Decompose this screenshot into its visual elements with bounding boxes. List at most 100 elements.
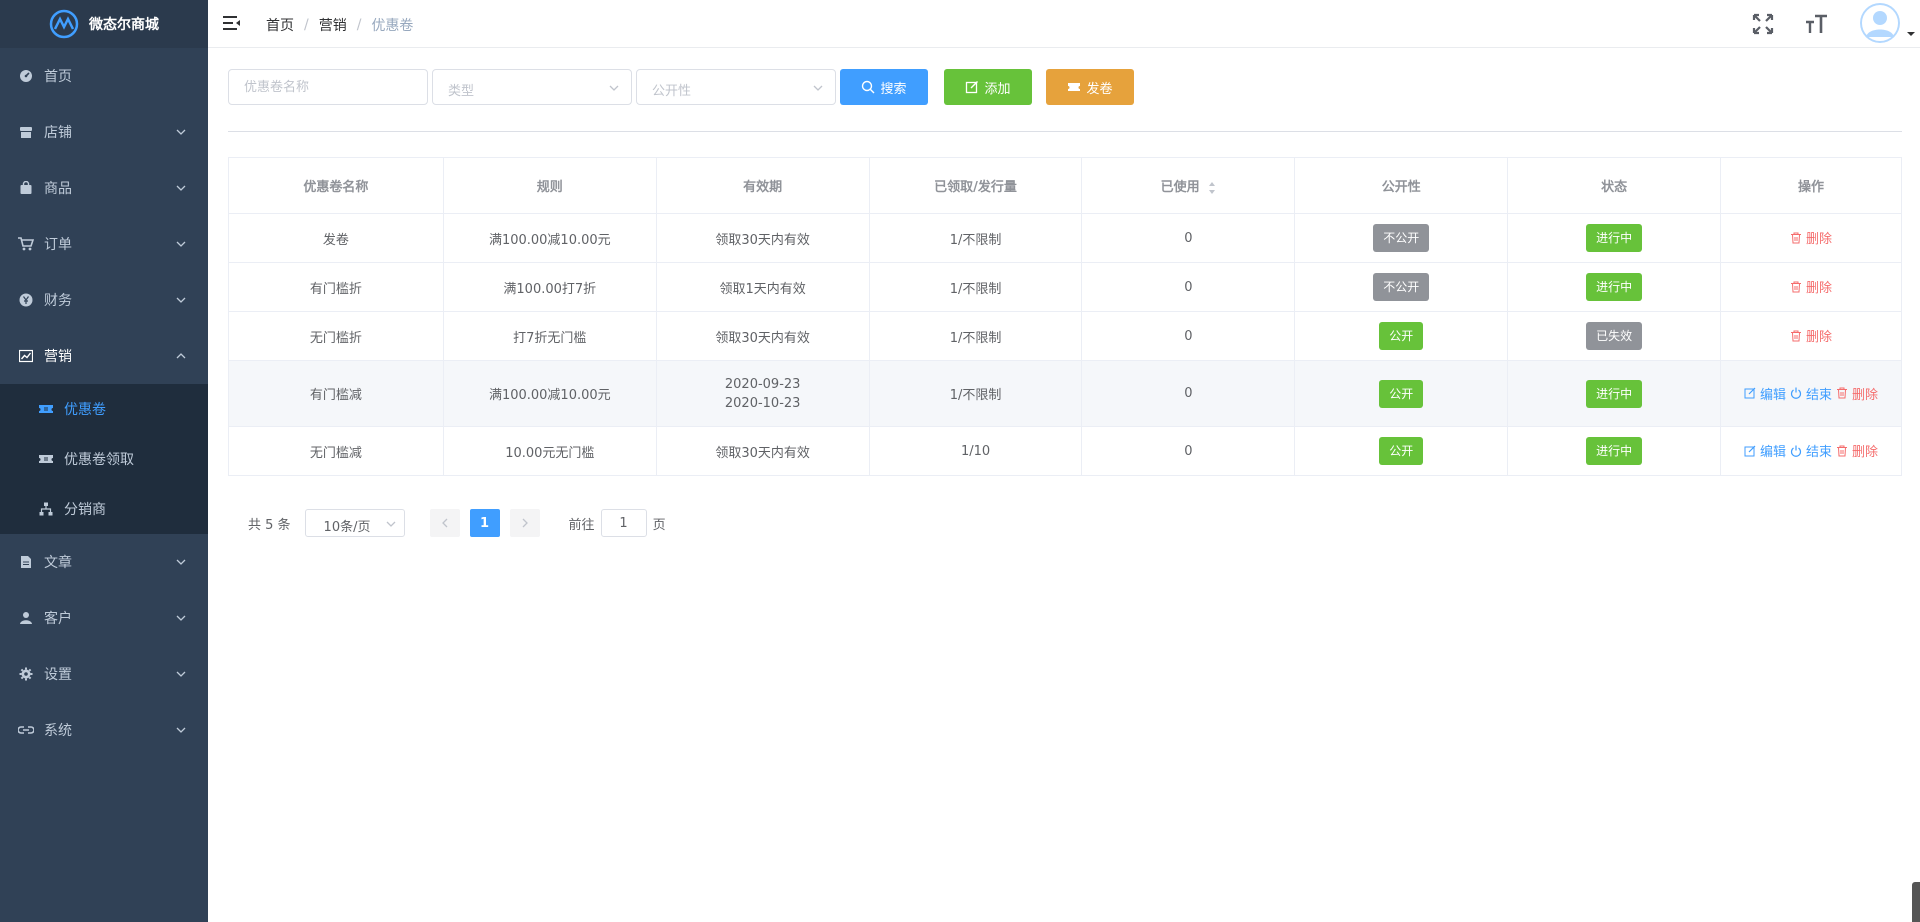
sidebar-subitem-label: 优惠卷 (64, 402, 106, 418)
status-badge: 进行中 (1586, 379, 1643, 408)
table-row: 发卷 满100.00减10.00元 领取30天内有效 1/不限制 0 不公开 进行中 删除 (228, 213, 1902, 263)
breadcrumb-separator: / (356, 17, 362, 33)
sidebar-item-gear[interactable]: 设置 (0, 646, 208, 702)
sidebar-item-document[interactable]: 文章 (0, 534, 208, 590)
delete-button[interactable]: 删除 (1836, 384, 1878, 403)
cell-rule: 打7折无门槛 (442, 311, 657, 361)
cell-actions: 删除 (1720, 311, 1902, 361)
table-row: 有门槛减 满100.00减10.00元 2020-09-23 2020-10-23 1/… (228, 360, 1902, 427)
sidebar-subitem-0[interactable]: 优惠卷 (0, 384, 208, 434)
sidebar-item-yen[interactable]: 财务 (0, 272, 208, 328)
prev-page-button[interactable] (429, 509, 460, 537)
filter-bar: 类型 公开性 搜索 添加 发卷 (228, 69, 1148, 105)
breadcrumb-current: 优惠卷 (371, 18, 414, 34)
font-size-icon[interactable] (1804, 12, 1828, 36)
sidebar-item-chart[interactable]: 营销 (0, 328, 208, 384)
brand-logo-icon (49, 9, 79, 39)
sidebar-subitem-label: 分销商 (64, 502, 106, 518)
cell-validity-wrap: 领取30天内有效 (655, 426, 870, 476)
edit-icon (1744, 445, 1756, 457)
delete-button[interactable]: 删除 (1836, 441, 1878, 460)
page-size-select[interactable]: 10条/页 (304, 509, 405, 537)
delete-button[interactable]: 删除 (1790, 326, 1832, 345)
col-header-name: 优惠卷名称 (228, 157, 444, 214)
sidebar-item-link[interactable]: 系统 (0, 702, 208, 758)
sidebar-item-label: 设置 (44, 667, 72, 683)
cell-used: 0 (1081, 360, 1296, 427)
sidebar-item-bag[interactable]: 商品 (0, 160, 208, 216)
add-button[interactable]: 添加 (944, 69, 1032, 105)
edit-label: 编辑 (1760, 445, 1787, 461)
avatar[interactable] (1860, 3, 1900, 43)
fullscreen-icon[interactable] (1751, 12, 1775, 36)
breadcrumb-marketing[interactable]: 营销 (319, 15, 347, 35)
scrollbar-handle[interactable] (1912, 882, 1920, 922)
cell-used: 0 (1081, 311, 1296, 361)
delete-icon (1791, 330, 1802, 342)
chevron-down-icon (813, 85, 823, 91)
breadcrumb-home[interactable]: 首页 (266, 15, 294, 35)
chevron-down-icon (609, 85, 619, 91)
cell-validity: 领取30天内有效 (715, 330, 810, 346)
caret-down-icon[interactable] (1906, 30, 1916, 38)
submenu-marketing: 优惠卷优惠卷领取分销商 (0, 384, 208, 534)
end-button[interactable]: 结束 (1790, 441, 1832, 460)
col-header-validity: 有效期 (655, 157, 870, 214)
end-button[interactable]: 结束 (1790, 384, 1832, 403)
cell-validity-wrap: 领取30天内有效 (655, 213, 870, 263)
edit-button[interactable]: 编辑 (1744, 384, 1786, 403)
breadcrumb-separator: / (304, 17, 309, 33)
cell-status: 已失效 (1507, 311, 1722, 361)
search-icon (862, 80, 875, 94)
sidebar-subitem-label: 优惠卷领取 (64, 452, 134, 468)
goto-page-input[interactable]: 1 (600, 509, 647, 537)
cell-used: 0 (1081, 426, 1296, 476)
cell-status: 进行中 (1507, 213, 1722, 263)
end-label: 结束 (1806, 387, 1833, 403)
page-jump: 前往 1 页 (569, 509, 666, 537)
cell-actions: 编辑 结束 删除 (1720, 426, 1902, 476)
chevron-right-icon (522, 518, 528, 528)
public-select-placeholder: 公开性 (652, 84, 692, 99)
logo[interactable]: 微态尔商城 (0, 0, 208, 48)
cell-rule: 满100.00减10.00元 (442, 213, 657, 263)
coupon-table: 优惠卷名称 规则 有效期 已领取/发行量 已使用 公开性 状态 操作 发卷 满10… (228, 157, 1902, 476)
col-header-used[interactable]: 已使用 (1081, 157, 1296, 214)
page-number-current[interactable]: 1 (469, 509, 500, 537)
sidebar-subitem-1[interactable]: 优惠卷领取 (0, 434, 208, 484)
hamburger-icon[interactable] (223, 14, 241, 32)
public-select[interactable]: 公开性 (636, 69, 836, 105)
goto-suffix: 页 (652, 517, 666, 533)
col-header-used-label: 已使用 (1160, 180, 1200, 195)
coupon-name-input[interactable] (229, 70, 427, 104)
sidebar-item-shop[interactable]: 店铺 (0, 104, 208, 160)
type-select[interactable]: 类型 (432, 69, 632, 105)
col-header-status: 状态 (1507, 157, 1722, 214)
next-page-button[interactable] (509, 509, 540, 537)
delete-label: 删除 (1806, 330, 1833, 346)
cell-status: 进行中 (1507, 262, 1722, 312)
search-button[interactable]: 搜索 (840, 69, 928, 105)
cell-public: 公开 (1294, 360, 1509, 427)
issue-coupon-button-label: 发卷 (1086, 80, 1113, 96)
issue-coupon-button[interactable]: 发卷 (1046, 69, 1134, 105)
chevron-down-icon (176, 559, 186, 565)
sidebar-subitem-2[interactable]: 分销商 (0, 484, 208, 534)
status-badge: 进行中 (1586, 437, 1643, 465)
table-header-row: 优惠卷名称 规则 有效期 已领取/发行量 已使用 公开性 状态 操作 (228, 157, 1902, 214)
delete-label: 删除 (1806, 281, 1833, 297)
org-tree-icon (38, 501, 54, 517)
delete-label: 删除 (1806, 232, 1833, 248)
sidebar-item-dashboard[interactable]: 首页 (0, 48, 208, 104)
sort-icon[interactable] (1208, 181, 1216, 195)
delete-label: 删除 (1852, 445, 1879, 461)
sidebar-item-user[interactable]: 客户 (0, 590, 208, 646)
delete-button[interactable]: 删除 (1790, 277, 1832, 296)
delete-button[interactable]: 删除 (1790, 228, 1832, 247)
public-badge: 公开 (1379, 437, 1424, 465)
sidebar-item-cart[interactable]: 订单 (0, 216, 208, 272)
cell-validity: 领取30天内有效 (715, 232, 810, 248)
gear-icon (18, 666, 34, 682)
cell-public: 不公开 (1294, 213, 1509, 263)
edit-button[interactable]: 编辑 (1744, 441, 1786, 460)
